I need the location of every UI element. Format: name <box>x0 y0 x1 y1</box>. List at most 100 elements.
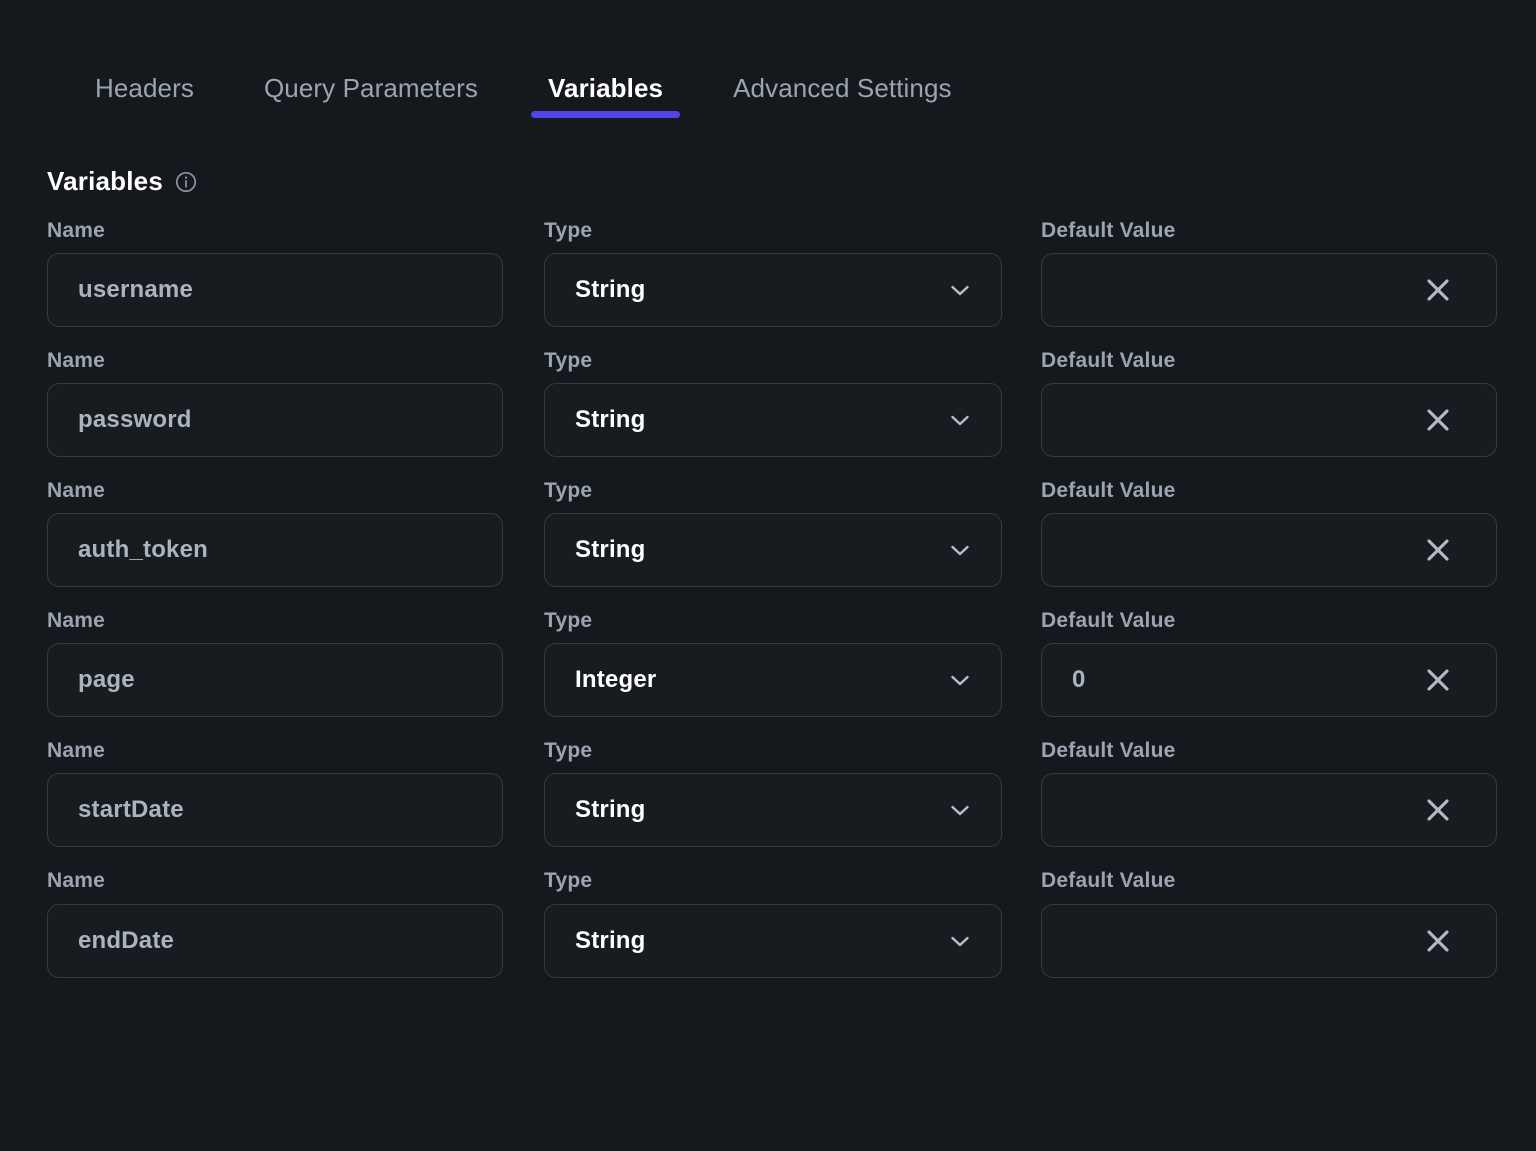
name-column-label: Name <box>47 739 105 763</box>
variable-type-value: String <box>575 796 646 824</box>
variable-name-input-wrapper[interactable] <box>47 773 503 848</box>
variable-name-input-wrapper[interactable] <box>47 383 503 458</box>
variable-default-input-wrapper[interactable] <box>1041 643 1497 718</box>
variables-section-header: Variables <box>0 128 1536 197</box>
variable-type-value: String <box>575 926 646 954</box>
active-tab-indicator <box>531 111 681 118</box>
variable-name-input[interactable] <box>78 276 472 305</box>
tab-label: Query Parameters <box>263 72 478 103</box>
variable-type-field: Type Integer <box>544 609 1002 718</box>
variable-name-input[interactable] <box>78 796 472 825</box>
default-value-column-label: Default Value <box>1041 349 1176 373</box>
variable-type-value: String <box>575 536 646 564</box>
variable-name-field: Name <box>47 219 503 328</box>
tab-variables[interactable]: Variables <box>513 0 698 128</box>
default-value-column-label: Default Value <box>1041 609 1176 633</box>
tab-advanced-settings[interactable]: Advanced Settings <box>698 0 987 128</box>
tab-headers[interactable]: Headers <box>60 0 229 128</box>
tab-list: Headers Query Parameters Variables Advanced… <box>60 0 987 128</box>
tab-label: Headers <box>95 72 194 103</box>
chevron-down-icon[interactable] <box>945 405 975 435</box>
variable-default-input[interactable] <box>1072 926 1416 955</box>
close-x-icon[interactable] <box>1416 398 1460 442</box>
close-x-icon[interactable] <box>1416 528 1460 572</box>
tab-bar: Headers Query Parameters Variables Advanced… <box>0 0 1536 128</box>
chevron-down-icon[interactable] <box>945 275 975 305</box>
info-circle-icon[interactable] <box>175 171 197 193</box>
default-value-column-label: Default Value <box>1041 479 1176 503</box>
variable-default-input[interactable] <box>1072 406 1416 435</box>
name-column-label: Name <box>47 609 105 633</box>
variable-row: Name Type Integer Default Value <box>47 609 1497 718</box>
type-column-label: Type <box>544 349 593 373</box>
variable-default-field: Default Value <box>1041 219 1497 328</box>
variable-name-input[interactable] <box>78 536 472 565</box>
variable-name-field: Name <box>47 479 503 588</box>
variable-default-field: Default Value <box>1041 349 1497 458</box>
variable-type-field: Type String <box>544 349 1002 458</box>
tab-query-parameters[interactable]: Query Parameters <box>229 0 513 128</box>
page-title: Variables <box>47 166 163 196</box>
variable-type-field: Type String <box>544 479 1002 588</box>
variable-default-field: Default Value <box>1041 869 1497 978</box>
type-column-label: Type <box>544 609 593 633</box>
variable-type-select[interactable]: String <box>544 903 1002 978</box>
default-value-column-label: Default Value <box>1041 869 1176 893</box>
variable-name-field: Name <box>47 869 503 978</box>
variable-type-value: String <box>575 406 646 434</box>
variable-default-input[interactable] <box>1072 276 1416 305</box>
variable-name-input-wrapper[interactable] <box>47 643 503 718</box>
variable-row: Name Type String Default Value <box>47 869 1497 978</box>
variable-default-input-wrapper[interactable] <box>1041 513 1497 588</box>
variable-default-field: Default Value <box>1041 739 1497 848</box>
close-x-icon[interactable] <box>1416 658 1460 702</box>
close-x-icon[interactable] <box>1416 268 1460 312</box>
variable-default-input[interactable] <box>1072 666 1416 695</box>
variable-default-input[interactable] <box>1072 536 1416 565</box>
variable-name-field: Name <box>47 609 503 718</box>
variable-type-value: Integer <box>575 666 657 694</box>
close-x-icon[interactable] <box>1416 919 1460 963</box>
variable-name-input-wrapper[interactable] <box>47 253 503 328</box>
variable-type-select[interactable]: String <box>544 383 1002 458</box>
type-column-label: Type <box>544 479 593 503</box>
variables-rows: Name Type String Default Value Name <box>0 197 1536 978</box>
tab-label: Advanced Settings <box>733 72 952 103</box>
name-column-label: Name <box>47 869 105 893</box>
variable-type-select[interactable]: String <box>544 513 1002 588</box>
variable-name-field: Name <box>47 349 503 458</box>
close-x-icon[interactable] <box>1416 788 1460 832</box>
default-value-column-label: Default Value <box>1041 219 1176 242</box>
name-column-label: Name <box>47 479 105 503</box>
chevron-down-icon[interactable] <box>945 665 975 695</box>
variable-name-input[interactable] <box>78 666 472 695</box>
variable-name-input-wrapper[interactable] <box>47 903 503 978</box>
variable-name-field: Name <box>47 739 503 848</box>
variable-name-input[interactable] <box>78 406 472 435</box>
type-column-label: Type <box>544 739 593 763</box>
variable-default-input[interactable] <box>1072 796 1416 825</box>
variable-type-select[interactable]: Integer <box>544 643 1002 718</box>
chevron-down-icon[interactable] <box>945 926 975 956</box>
variable-type-value: String <box>575 276 646 304</box>
chevron-down-icon[interactable] <box>945 535 975 565</box>
name-column-label: Name <box>47 349 105 373</box>
variable-default-input-wrapper[interactable] <box>1041 383 1497 458</box>
name-column-label: Name <box>47 219 105 242</box>
variable-name-input-wrapper[interactable] <box>47 513 503 588</box>
variable-name-input[interactable] <box>78 926 472 955</box>
variable-row: Name Type String Default Value <box>47 479 1497 588</box>
variable-type-field: Type String <box>544 219 1002 328</box>
type-column-label: Type <box>544 219 593 242</box>
variable-default-input-wrapper[interactable] <box>1041 253 1497 328</box>
type-column-label: Type <box>544 869 593 893</box>
variable-default-input-wrapper[interactable] <box>1041 773 1497 848</box>
variable-type-select[interactable]: String <box>544 773 1002 848</box>
variable-default-field: Default Value <box>1041 609 1497 718</box>
variable-default-field: Default Value <box>1041 479 1497 588</box>
variable-type-select[interactable]: String <box>544 253 1002 328</box>
chevron-down-icon[interactable] <box>945 795 975 825</box>
variable-type-field: Type String <box>544 869 1002 978</box>
variable-default-input-wrapper[interactable] <box>1041 903 1497 978</box>
default-value-column-label: Default Value <box>1041 739 1176 763</box>
